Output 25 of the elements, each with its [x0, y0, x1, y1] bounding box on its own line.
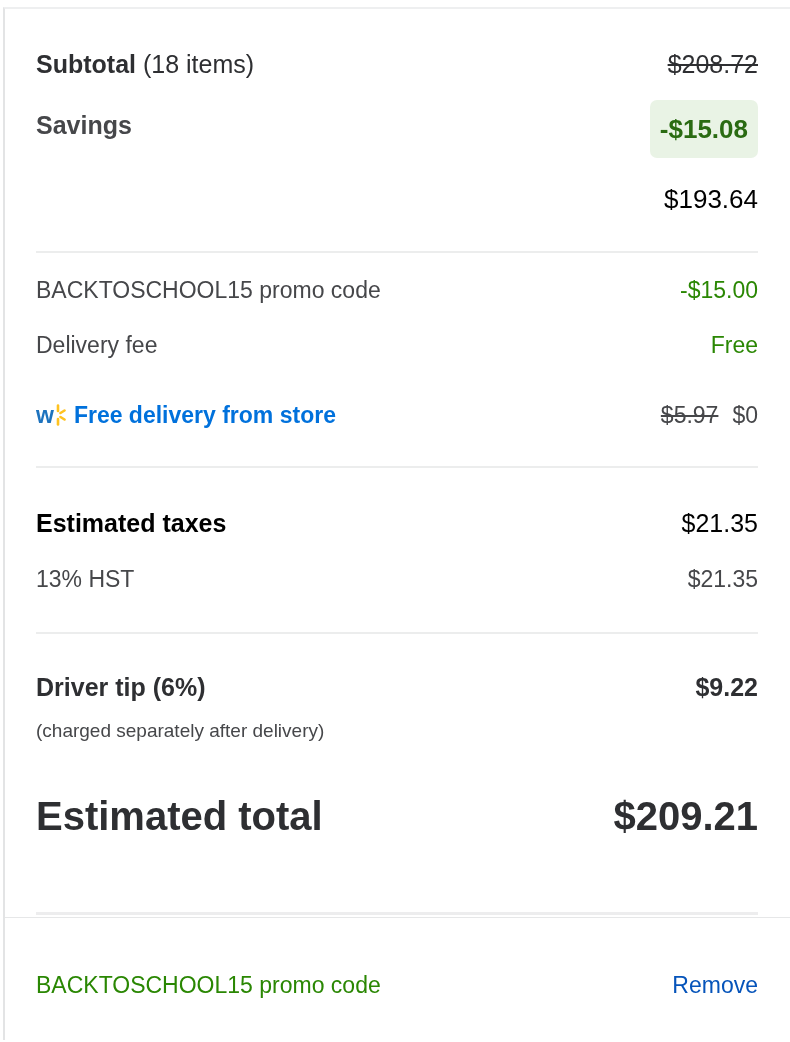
charge-amount: $0: [732, 401, 758, 430]
spark-icon: [55, 404, 66, 426]
charge-amount: -$15.00: [680, 276, 758, 305]
taxes-label: Estimated taxes: [36, 508, 227, 539]
tax-line-amount: $21.35: [687, 565, 758, 594]
discounted-subtotal: $193.64: [664, 183, 758, 216]
charge-label: BACKTOSCHOOL15 promo code: [36, 276, 381, 305]
subtotal-amount: $208.72: [667, 49, 758, 80]
tip-label: Driver tip (6%): [36, 672, 206, 703]
tip-note: (charged separately after delivery): [36, 719, 325, 743]
total-amount: $209.21: [613, 793, 758, 840]
charge-label: Delivery fee: [36, 331, 158, 360]
savings-label: Savings: [36, 110, 132, 141]
logo-letter: w: [36, 401, 54, 430]
original-fee: $5.97: [660, 401, 719, 430]
total-label: Estimated total: [36, 793, 323, 840]
charge-amount: Free: [710, 331, 758, 360]
free-delivery-link[interactable]: Free delivery from store: [73, 398, 336, 432]
tax-line-label: 13% HST: [36, 565, 135, 594]
tip-amount: $9.22: [695, 672, 758, 703]
applied-promo-code: BACKTOSCHOOL15 promo code: [36, 971, 381, 1000]
subtotal-label: Subtotal (18 items): [36, 49, 255, 80]
taxes-amount: $21.35: [681, 508, 758, 539]
savings-amount: -$15.08: [649, 100, 758, 158]
remove-link[interactable]: Remove: [672, 968, 758, 1002]
